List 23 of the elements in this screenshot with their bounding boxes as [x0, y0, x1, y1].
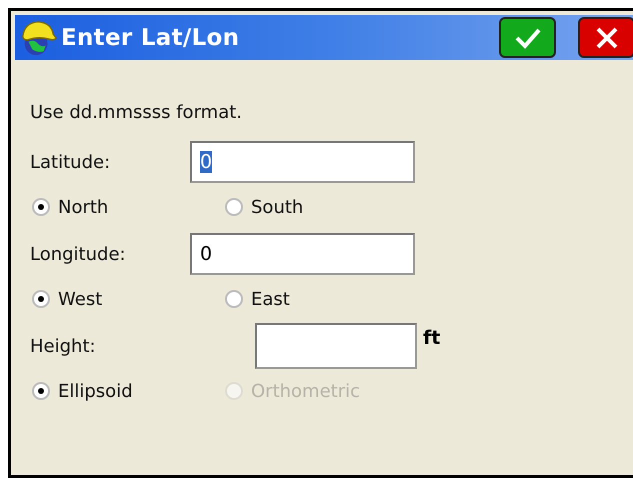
input-field[interactable]: [255, 323, 417, 369]
instruction-text: Use dd.mmssss format.: [30, 101, 244, 125]
field-label: Longitude:: [30, 244, 127, 264]
input-field[interactable]: 0: [190, 141, 415, 183]
radio-button[interactable]: [32, 382, 50, 400]
field-label: Latitude:: [30, 152, 112, 172]
radio-button[interactable]: [32, 198, 50, 216]
window-title: Enter Lat/Lon: [61, 24, 240, 50]
radio-option[interactable]: West: [32, 288, 225, 310]
close-icon: [594, 26, 618, 50]
radio-option[interactable]: South: [225, 196, 425, 218]
radio-option[interactable]: East: [225, 288, 425, 310]
input-field[interactable]: 0: [190, 233, 415, 275]
close-button[interactable]: [578, 17, 633, 58]
radio-button[interactable]: [225, 198, 243, 216]
radio-option[interactable]: North: [32, 196, 225, 218]
radio-button[interactable]: [225, 290, 243, 308]
ok-button[interactable]: [499, 17, 556, 58]
radio-button[interactable]: [32, 290, 50, 308]
helmet-globe-icon: [19, 18, 57, 56]
unit-label: ft: [423, 327, 440, 349]
field-label: Height:: [30, 336, 97, 356]
radio-option[interactable]: Ellipsoid: [32, 380, 225, 402]
